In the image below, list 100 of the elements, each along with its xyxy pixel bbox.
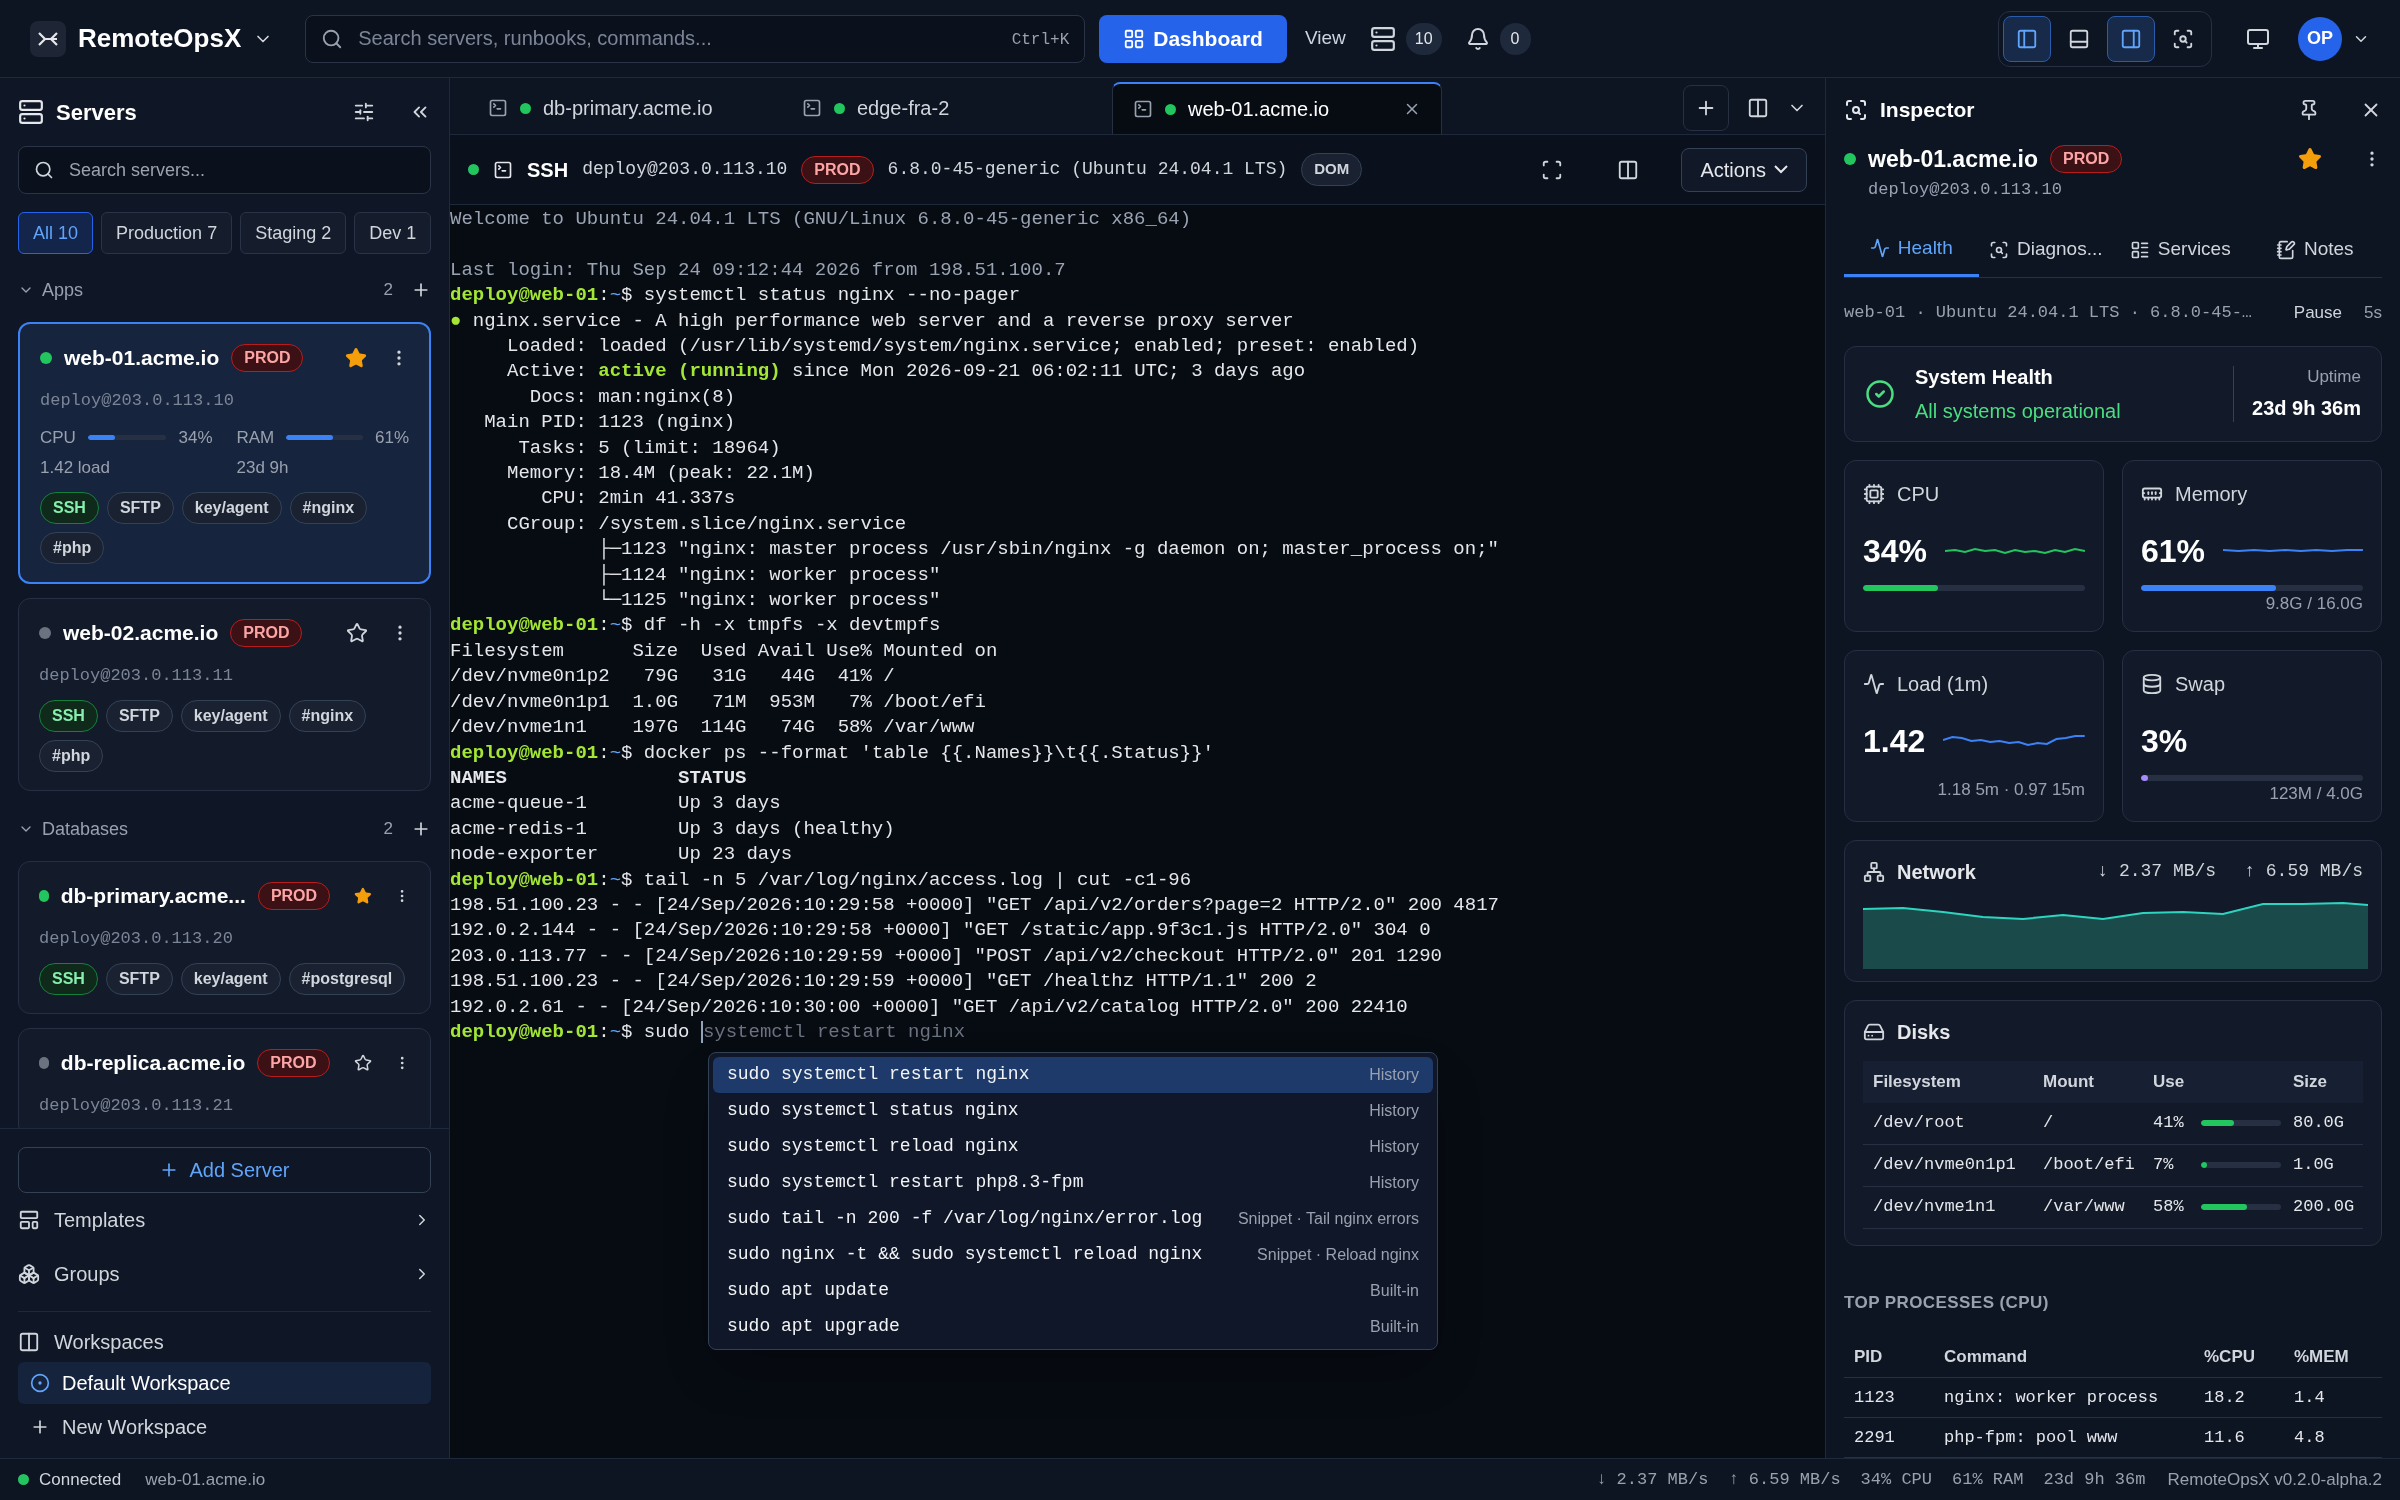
filter-chip[interactable]: Production 7 [101, 212, 233, 254]
terminal-line: Main PID: 1123 (nginx) [483, 410, 736, 436]
dom-badge: DOM [1301, 153, 1363, 186]
server-card[interactable]: db-primary.acme... PROD deploy@203.0.113.20 SSH SFTP key/agent #postgresql [18, 861, 431, 1014]
protocol-tag: #postgresql [288, 963, 406, 995]
list-icon [2129, 239, 2150, 260]
filter-chip[interactable]: Dev 1 [354, 212, 432, 254]
search-icon [321, 27, 344, 50]
user-avatar[interactable]: OP [2298, 16, 2342, 61]
workspace-item[interactable]: Default Workspace [18, 1362, 431, 1404]
terminal-line: 192.0.2.61 - - [24/Sep/2026:10:30:00 +0000] "GET /api/v2/catalog HTTP/2.0" 200 22410 [450, 994, 1408, 1020]
star-icon[interactable] [345, 346, 367, 369]
nav-item[interactable]: Templates [18, 1193, 431, 1247]
filter-icon[interactable] [353, 101, 375, 123]
terminal-line: acme-queue-1 Up 3 days [450, 791, 781, 817]
server-card[interactable]: db-replica.acme.io PROD deploy@203.0.113.21 [18, 1028, 431, 1128]
table-cell-text: /dev/nvme0n1p1 [1873, 1154, 2017, 1177]
server-user: deploy@203.0.113.20 [39, 927, 234, 950]
suggestion-item[interactable]: sudo systemctl status nginx History [713, 1093, 1433, 1129]
suggestion-item[interactable]: sudo systemctl reload nginx History [713, 1129, 1433, 1165]
table-cell-text: 1123 [1854, 1386, 1896, 1409]
terminal-line: Filesystem Size Used Avail Use% Mounted on [450, 638, 998, 664]
protocol-tag: key/agent [181, 492, 282, 524]
suggestion-item[interactable]: sudo apt upgrade Built-in [713, 1309, 1433, 1345]
add-server-button[interactable]: Add Server [18, 1147, 431, 1193]
suggestion-item[interactable]: sudo systemctl restart nginx History [713, 1057, 1433, 1093]
metric-value: 61% [2141, 531, 2206, 571]
server-name: db-primary.acme... [60, 883, 246, 909]
search-field[interactable]: Search servers... [18, 146, 431, 194]
terminal-tab[interactable]: web-01.acme.io [1112, 82, 1442, 134]
split-icon[interactable] [1747, 97, 1769, 119]
inspector-tab[interactable]: Notes [2247, 222, 2382, 277]
metric-note: 1.42 load [40, 456, 111, 479]
suggestion-item[interactable]: sudo systemctl restart php8.3-fpm History [713, 1165, 1433, 1201]
fullscreen-icon[interactable] [1541, 158, 1564, 181]
table-cell-text: 2291 [1854, 1426, 1896, 1449]
table-cell-text: /dev/root [1873, 1112, 1966, 1135]
suggestion-item[interactable]: sudo apt update Built-in [713, 1273, 1433, 1309]
pulse-icon [1869, 238, 1890, 258]
star-icon[interactable] [346, 621, 368, 644]
session-address: deploy@203.0.113.10 [582, 158, 788, 181]
terminal-line: Docs: man:nginx(8) [528, 384, 736, 410]
status-item: 23d 9h 36m [2043, 1468, 2146, 1491]
terminal-tab[interactable]: edge-fra-2 [782, 82, 1112, 134]
split-icon[interactable] [1617, 158, 1640, 181]
upload-rate: ↑ 6.59 MB/s [2244, 860, 2363, 883]
new-workspace-item[interactable]: New Workspace [18, 1404, 431, 1450]
app-name: RemoteOpsX [78, 22, 242, 55]
terminal-line: 198.51.100.23 - - [24/Sep/2026:10:29:59 +0000] "GET /healthz HTTP/1.1" 200 2 [450, 969, 1317, 995]
bell-icon[interactable] [1465, 26, 1490, 51]
logo-icon [30, 20, 66, 57]
group-count: 2 [383, 279, 393, 302]
network-icon [1863, 860, 1885, 883]
dashboard-button[interactable]: Dashboard [1099, 14, 1287, 63]
inspect-icon [1844, 98, 1868, 122]
terminal-tab[interactable]: db-primary.acme.io [468, 82, 782, 134]
pause-button[interactable]: Pause [2293, 300, 2343, 326]
protocol-tag: SFTP [105, 963, 173, 995]
suggestion-item[interactable]: sudo tail -n 200 -f /var/log/nginx/error.log Snippet · Tail nginx errors [713, 1201, 1433, 1237]
protocol-tag: key/agent [180, 963, 281, 995]
shortcut-hint: Ctrl+K [1011, 29, 1070, 51]
star-icon[interactable] [2298, 147, 2322, 172]
protocol-label: SSH [527, 157, 569, 183]
metric-label: Network [1897, 859, 1977, 885]
protocol-tag: SFTP [105, 700, 173, 732]
filter-chip[interactable]: All 10 [18, 212, 94, 254]
server-card[interactable]: web-01.acme.io PROD deploy@203.0.113.10 CPU 34% 1.42 load RAM 61% 23d 9h SSH SFTP key/agent #nginx #php [18, 322, 431, 584]
terminal-line: deploy@web-01:~$ tail -n 5 /var/log/nginx/access.log | cut -c1-96 [450, 867, 1192, 893]
workspace-icon [18, 1331, 40, 1353]
metric-detail: 9.8G / 16.0G [2265, 592, 2363, 615]
terminal-line: ├─1123 "nginx: master process /usr/sbin/nginx -g daemon on; master_process on;" [597, 537, 1499, 563]
nav-item[interactable]: Groups [18, 1247, 431, 1301]
filter-chip[interactable]: Staging 2 [240, 212, 347, 254]
inspector-tab[interactable]: Diagnos... [1978, 222, 2113, 277]
actions-button[interactable]: Actions [1681, 147, 1807, 192]
bottom-panel-icon [2068, 27, 2090, 50]
protocol-tag: SFTP [106, 492, 174, 524]
table-cell-text: 18.2 [2204, 1386, 2246, 1409]
layout-toggle[interactable] [2107, 15, 2155, 62]
server-icon[interactable] [1369, 25, 1396, 52]
scan-icon [1988, 239, 2009, 260]
suggestion-item[interactable]: sudo nginx -t && sudo systemctl reload nginx Snippet · Reload nginx [713, 1237, 1433, 1273]
server-card[interactable]: web-02.acme.io PROD deploy@203.0.113.11 SSH SFTP key/agent #nginx #php [18, 598, 431, 791]
terminal-line: Welcome to Ubuntu 24.04.1 LTS (GNU/Linux 6.8.0-45-generic x86_64) [450, 207, 1192, 232]
metric-label: CPU [40, 427, 76, 449]
kernel-label: 6.8.0-45-generic (Ubuntu 24.04.1 LTS) [887, 158, 1288, 181]
protocol-tag: SSH [39, 700, 98, 732]
grid-icon [1123, 27, 1146, 50]
uptime-label: Uptime [2307, 365, 2361, 388]
status-item: 61% RAM [1952, 1468, 2024, 1491]
protocol-tag: #nginx [288, 700, 367, 732]
monitor-icon[interactable] [2246, 26, 2270, 51]
inspector-tab[interactable]: Services [2113, 222, 2248, 277]
count-badge: 0 [1499, 22, 1531, 55]
view-menu[interactable]: View [1304, 24, 1346, 53]
layout-toggle[interactable] [2003, 15, 2051, 62]
new-tab-button[interactable] [1683, 85, 1729, 131]
terminal-line: acme-redis-1 Up 3 days (healthy) [450, 816, 895, 842]
inspector-tab[interactable]: Health [1844, 222, 1979, 277]
metric-value: 61% [374, 427, 409, 449]
